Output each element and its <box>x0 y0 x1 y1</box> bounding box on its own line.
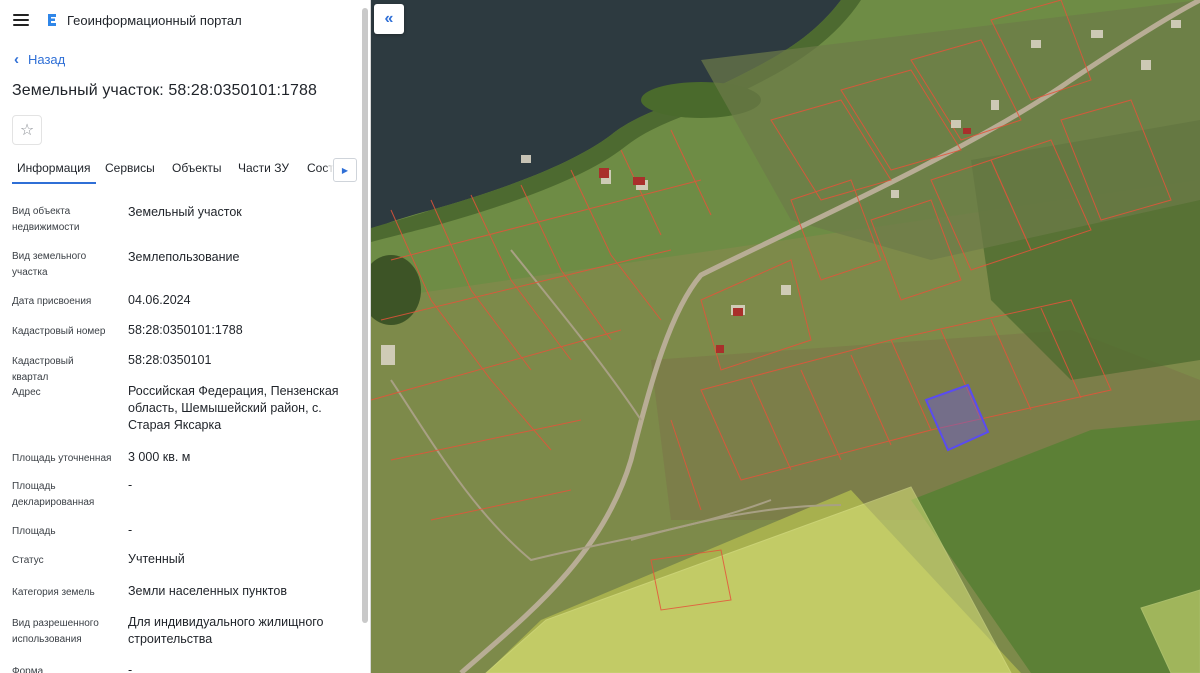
info-label: Площадь уточненная <box>12 453 112 464</box>
tab-objects[interactable]: Объекты <box>172 161 222 175</box>
info-label: Адрес <box>12 387 41 398</box>
info-label: Категория земель <box>12 587 95 598</box>
info-label: Форма собственности <box>12 666 44 673</box>
tabs-next-button[interactable]: ▶ <box>333 158 357 182</box>
info-label: Вид объекта недвижимости <box>12 206 80 233</box>
app-title: Геоинформационный портал <box>67 12 242 28</box>
tab-parts[interactable]: Части ЗУ <box>238 161 289 175</box>
info-value: Земельный участок <box>128 205 242 219</box>
info-value: Землепользование <box>128 250 240 264</box>
info-label: Кадастровый квартал <box>12 356 74 383</box>
info-label: Площадь декларированная <box>12 481 95 508</box>
map-view[interactable] <box>371 0 1200 673</box>
info-value: 58:28:0350101 <box>128 353 212 367</box>
favorite-button[interactable]: ☆ <box>12 115 42 145</box>
portal-logo-icon <box>48 14 56 26</box>
info-value: 3 000 кв. м <box>128 450 191 464</box>
menu-icon[interactable] <box>13 14 29 26</box>
chevron-left-icon: ‹ <box>14 51 19 68</box>
info-value: - <box>128 663 133 673</box>
top-bar: Геоинформационный портал <box>0 0 370 40</box>
info-value: Для индивидуального жилищного строительс… <box>128 615 324 646</box>
tab-info[interactable]: Информация <box>12 161 97 184</box>
info-value: 58:28:0350101:1788 <box>128 323 243 337</box>
info-label: Статус <box>12 555 44 566</box>
info-value: - <box>128 478 133 492</box>
collapse-panel-button[interactable]: « <box>374 4 404 34</box>
satellite-map[interactable] <box>371 0 1200 673</box>
info-value: Земли населенных пунктов <box>128 584 287 598</box>
tab-bar: Информация Сервисы Объекты Части ЗУ Сост… <box>0 155 360 185</box>
star-icon: ☆ <box>19 122 35 139</box>
back-label: Назад <box>28 52 66 67</box>
info-label: Площадь <box>12 526 56 537</box>
panel-scrollbar[interactable] <box>362 8 368 623</box>
info-label: Вид разрешенного использования <box>12 618 99 645</box>
info-value: Российская Федерация, Пензенская область… <box>128 384 339 432</box>
page-title: Земельный участок: 58:28:0350101:1788 <box>12 82 318 99</box>
back-button[interactable]: ‹ Назад <box>14 52 65 67</box>
double-chevron-left-icon: « <box>384 10 394 27</box>
info-value: 04.06.2024 <box>128 293 191 307</box>
info-value: - <box>128 523 133 537</box>
chevron-right-icon: ▶ <box>341 165 349 175</box>
info-value: Учтенный <box>128 552 185 566</box>
info-label: Вид земельного участка <box>12 251 87 278</box>
info-label: Дата присвоения <box>12 296 92 307</box>
info-label: Кадастровый номер <box>12 326 106 337</box>
tab-services[interactable]: Сервисы <box>105 161 155 175</box>
info-panel: Геоинформационный портал ‹ Назад Земельн… <box>0 0 371 673</box>
